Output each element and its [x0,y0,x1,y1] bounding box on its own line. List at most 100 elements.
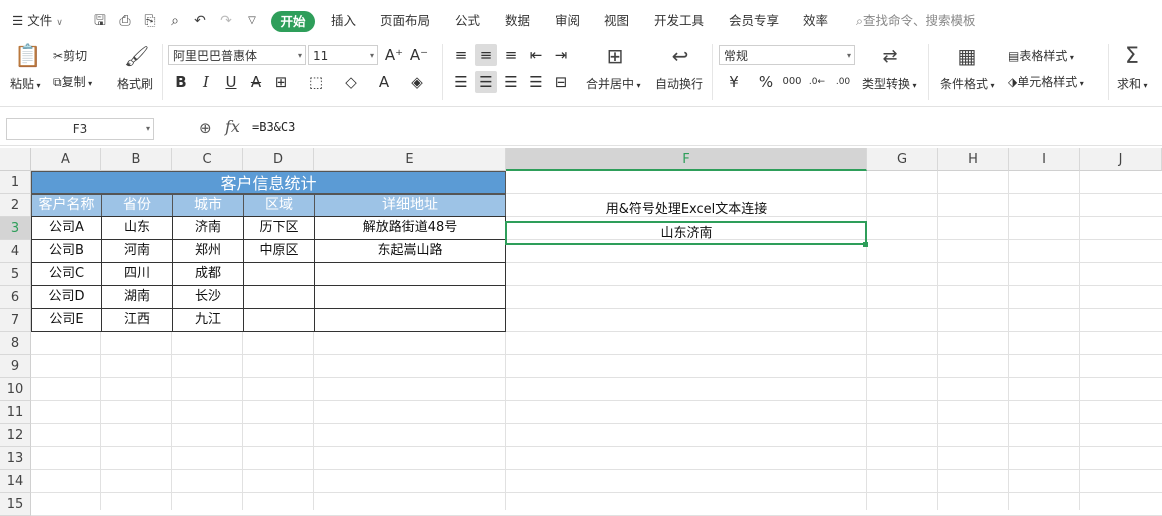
redo-icon[interactable]: ↷ [218,13,234,29]
decrease-font-icon[interactable]: A⁻ [408,44,430,66]
column-header-j[interactable]: J [1080,148,1162,171]
conditional-format-button[interactable]: 条件格式 ▾ [940,75,995,92]
font-name-select[interactable]: 阿里巴巴普惠体 ▾ [168,45,306,65]
tab-developer[interactable]: 开发工具 [654,0,704,40]
wrap-text-button[interactable]: 自动换行 [655,75,703,92]
row-header-13[interactable]: 13 [0,447,31,470]
indent-icon[interactable]: ⇥ [550,44,572,66]
data-cell[interactable] [243,285,315,309]
name-box[interactable]: F3 ▾ [6,118,154,140]
zoom-formula-icon[interactable]: ⊕ [199,119,212,137]
row-header-9[interactable]: 9 [0,355,31,378]
format-painter-icon[interactable]: 🖌 [124,44,149,68]
data-cell[interactable]: 四川 [101,262,173,286]
cell-shade-icon[interactable]: ⬚ [305,71,327,93]
header-cell-district[interactable]: 区域 [243,194,315,217]
align-middle-icon[interactable]: ≡ [475,44,497,66]
quick-access-more-icon[interactable]: ▽ [244,13,260,29]
number-format-select[interactable]: 常规 ▾ [719,45,855,65]
row-header-12[interactable]: 12 [0,424,31,447]
row-header-15[interactable]: 15 [0,493,31,516]
underline-icon[interactable]: U [220,71,242,93]
merge-center-button[interactable]: 合并居中 ▾ [586,75,641,92]
percent-icon[interactable]: % [755,71,777,93]
row-header-7[interactable]: 7 [0,309,31,332]
formula-input[interactable]: =B3&C3 [252,120,295,140]
align-bottom-icon[interactable]: ≡ [500,44,522,66]
data-cell[interactable]: 公司B [31,239,102,263]
row-header-10[interactable]: 10 [0,378,31,401]
tab-member[interactable]: 会员专享 [729,0,779,40]
note-cell-f2[interactable]: 用&符号处理Excel文本连接 [506,198,867,221]
data-cell[interactable]: 成都 [172,262,244,286]
sum-icon[interactable]: Σ [1122,44,1142,69]
data-cell[interactable] [243,308,315,332]
row-header-3[interactable]: 3 [0,217,31,240]
data-cell[interactable]: 东起嵩山路 [314,239,506,263]
wrap-text-icon[interactable]: ↩ [668,44,692,68]
column-header-b[interactable]: B [101,148,172,171]
column-header-d[interactable]: D [243,148,314,171]
data-cell[interactable]: 湖南 [101,285,173,309]
row-header-2[interactable]: 2 [0,194,31,217]
font-size-select[interactable]: 11 ▾ [308,45,378,65]
row-header-5[interactable]: 5 [0,263,31,286]
tab-formulas[interactable]: 公式 [455,0,480,40]
align-right-icon[interactable]: ☰ [500,71,522,93]
align-center-icon[interactable]: ☰ [475,71,497,93]
export-pdf-icon[interactable]: ⎙ [117,13,133,29]
data-cell[interactable]: 中原区 [243,239,315,263]
file-menu[interactable]: ☰ 文件 ∨ [12,0,63,40]
row-header-6[interactable]: 6 [0,286,31,309]
data-cell[interactable] [314,285,506,309]
justify-icon[interactable]: ☰ [525,71,547,93]
row-header-4[interactable]: 4 [0,240,31,263]
data-cell[interactable]: 解放路街道48号 [314,216,506,240]
conditional-format-icon[interactable]: ▦ [955,44,979,68]
column-header-f[interactable]: F [506,148,867,171]
row-header-14[interactable]: 14 [0,470,31,493]
distributed-icon[interactable]: ⊟ [550,71,572,93]
paste-icon[interactable]: 📋 [14,44,41,69]
tab-efficiency[interactable]: 效率 [803,0,828,40]
column-header-h[interactable]: H [938,148,1009,171]
command-search[interactable]: ⌕查找命令、搜索模板 [856,0,976,40]
table-title-cell[interactable]: 客户信息统计 [31,171,506,194]
data-cell[interactable]: 公司A [31,216,102,240]
increase-decimal-icon[interactable]: .0← [806,71,828,93]
column-header-a[interactable]: A [31,148,101,171]
column-header-e[interactable]: E [314,148,506,171]
print-preview-icon[interactable]: ⌕ [167,13,183,29]
column-header-i[interactable]: I [1009,148,1080,171]
copy-button[interactable]: ⧉复制 ▾ [53,73,92,90]
data-cell[interactable]: 山东 [101,216,173,240]
data-cell[interactable] [243,262,315,286]
clear-format-icon[interactable]: ◈ [406,71,428,93]
outdent-icon[interactable]: ⇤ [525,44,547,66]
row-header-8[interactable]: 8 [0,332,31,355]
data-cell[interactable]: 历下区 [243,216,315,240]
paste-button[interactable]: 粘贴 ▾ [10,75,41,92]
font-color-icon[interactable]: A [373,71,395,93]
tab-view[interactable]: 视图 [604,0,629,40]
increase-font-icon[interactable]: A⁺ [383,44,405,66]
tab-review[interactable]: 审阅 [555,0,580,40]
row-header-1[interactable]: 1 [0,171,31,194]
tab-insert[interactable]: 插入 [331,0,356,40]
merge-center-icon[interactable]: ⊞ [603,44,627,68]
column-header-c[interactable]: C [172,148,243,171]
row-header-11[interactable]: 11 [0,401,31,424]
data-cell[interactable]: 公司D [31,285,102,309]
header-cell-province[interactable]: 省份 [101,194,173,217]
fill-color-icon[interactable]: ◇ [340,71,362,93]
tab-data[interactable]: 数据 [505,0,530,40]
table-style-button[interactable]: ▤表格样式 ▾ [1008,47,1074,64]
header-cell-customer[interactable]: 客户名称 [31,194,102,217]
type-convert-icon[interactable]: ⇄ [878,46,902,67]
data-cell[interactable]: 济南 [172,216,244,240]
save-icon[interactable]: 🖫 [92,13,108,29]
header-cell-address[interactable]: 详细地址 [314,194,506,217]
italic-icon[interactable]: I [195,71,217,93]
data-cell[interactable]: 江西 [101,308,173,332]
align-left-icon[interactable]: ☰ [450,71,472,93]
